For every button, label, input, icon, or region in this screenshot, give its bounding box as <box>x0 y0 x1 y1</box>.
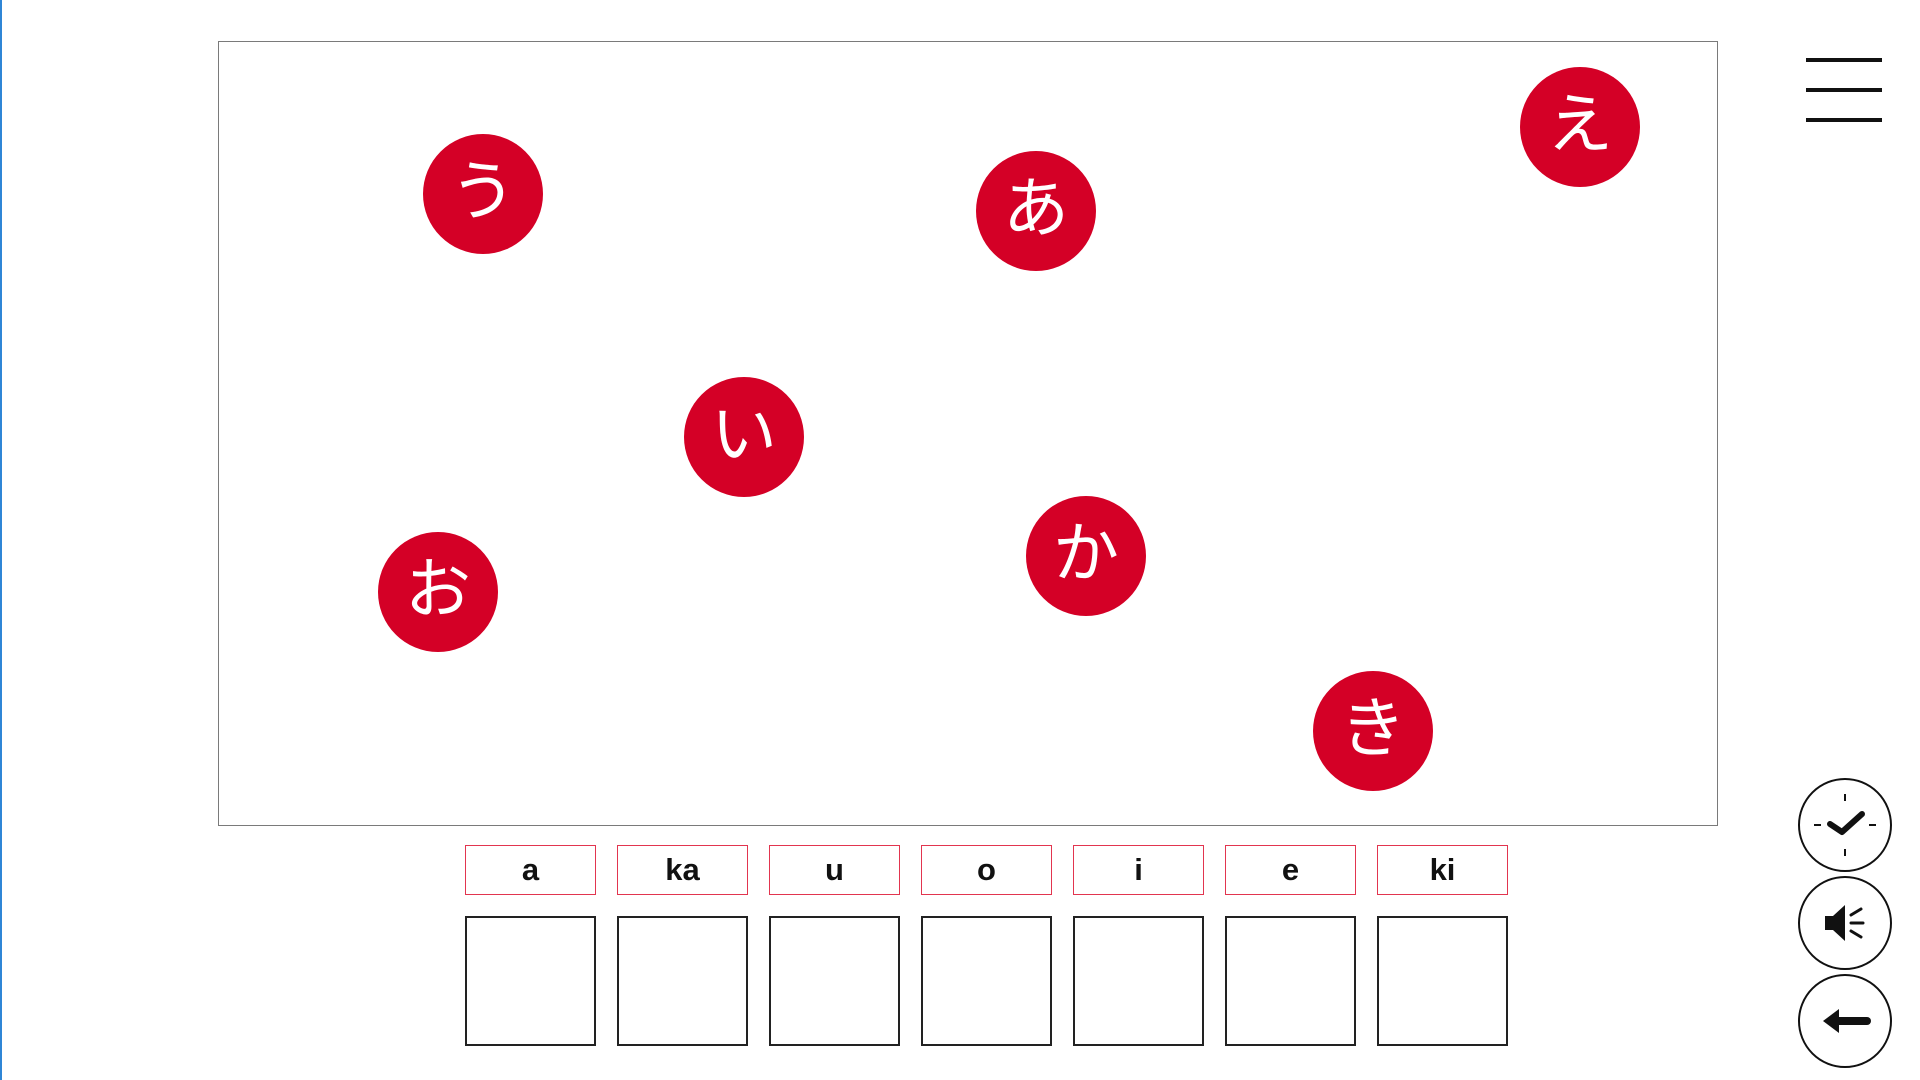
drop-slot-i[interactable] <box>1073 916 1204 1046</box>
kana-char: う <box>450 153 516 230</box>
drop-slot-ki[interactable] <box>1377 916 1508 1046</box>
drop-slot-a[interactable] <box>465 916 596 1046</box>
drop-slot-o[interactable] <box>921 916 1052 1046</box>
romaji-label-ka: ka <box>617 845 748 895</box>
kana-tile-u[interactable]: う <box>423 134 543 254</box>
kana-char: か <box>1053 515 1119 592</box>
tile-board: う あ え い お か き <box>218 41 1718 826</box>
clock-check-icon <box>1814 794 1876 856</box>
kana-tile-ka[interactable]: か <box>1026 496 1146 616</box>
kana-tile-ki[interactable]: き <box>1313 671 1433 791</box>
kana-char: き <box>1340 690 1406 767</box>
speaker-icon <box>1825 905 1865 941</box>
drop-slot-ka[interactable] <box>617 916 748 1046</box>
romaji-label-ki: ki <box>1377 845 1508 895</box>
romaji-label-a: a <box>465 845 596 895</box>
menu-bar <box>1806 118 1882 122</box>
kana-tile-o[interactable]: お <box>378 532 498 652</box>
kana-char: お <box>405 551 471 628</box>
kana-tile-a[interactable]: あ <box>976 151 1096 271</box>
drop-slot-u[interactable] <box>769 916 900 1046</box>
sound-button[interactable] <box>1798 876 1892 970</box>
drop-slot-row <box>465 916 1508 1046</box>
kana-char: い <box>711 396 777 473</box>
romaji-label-o: o <box>921 845 1052 895</box>
kana-char: え <box>1547 86 1613 163</box>
kana-char: あ <box>1003 170 1069 247</box>
kana-tile-e[interactable]: え <box>1520 67 1640 187</box>
romaji-label-u: u <box>769 845 900 895</box>
drop-slot-e[interactable] <box>1225 916 1356 1046</box>
arrow-left-icon <box>1823 1009 1871 1033</box>
window-edge <box>0 0 2 1080</box>
game-screen: う あ え い お か き a ka u o i e ki <box>0 0 1920 1080</box>
back-button[interactable] <box>1798 974 1892 1068</box>
menu-bar <box>1806 88 1882 92</box>
menu-bar <box>1806 58 1882 62</box>
check-answer-button[interactable] <box>1798 778 1892 872</box>
hamburger-menu-icon[interactable] <box>1806 56 1882 124</box>
romaji-label-e: e <box>1225 845 1356 895</box>
kana-tile-i[interactable]: い <box>684 377 804 497</box>
romaji-label-row: a ka u o i e ki <box>465 845 1508 895</box>
romaji-label-i: i <box>1073 845 1204 895</box>
